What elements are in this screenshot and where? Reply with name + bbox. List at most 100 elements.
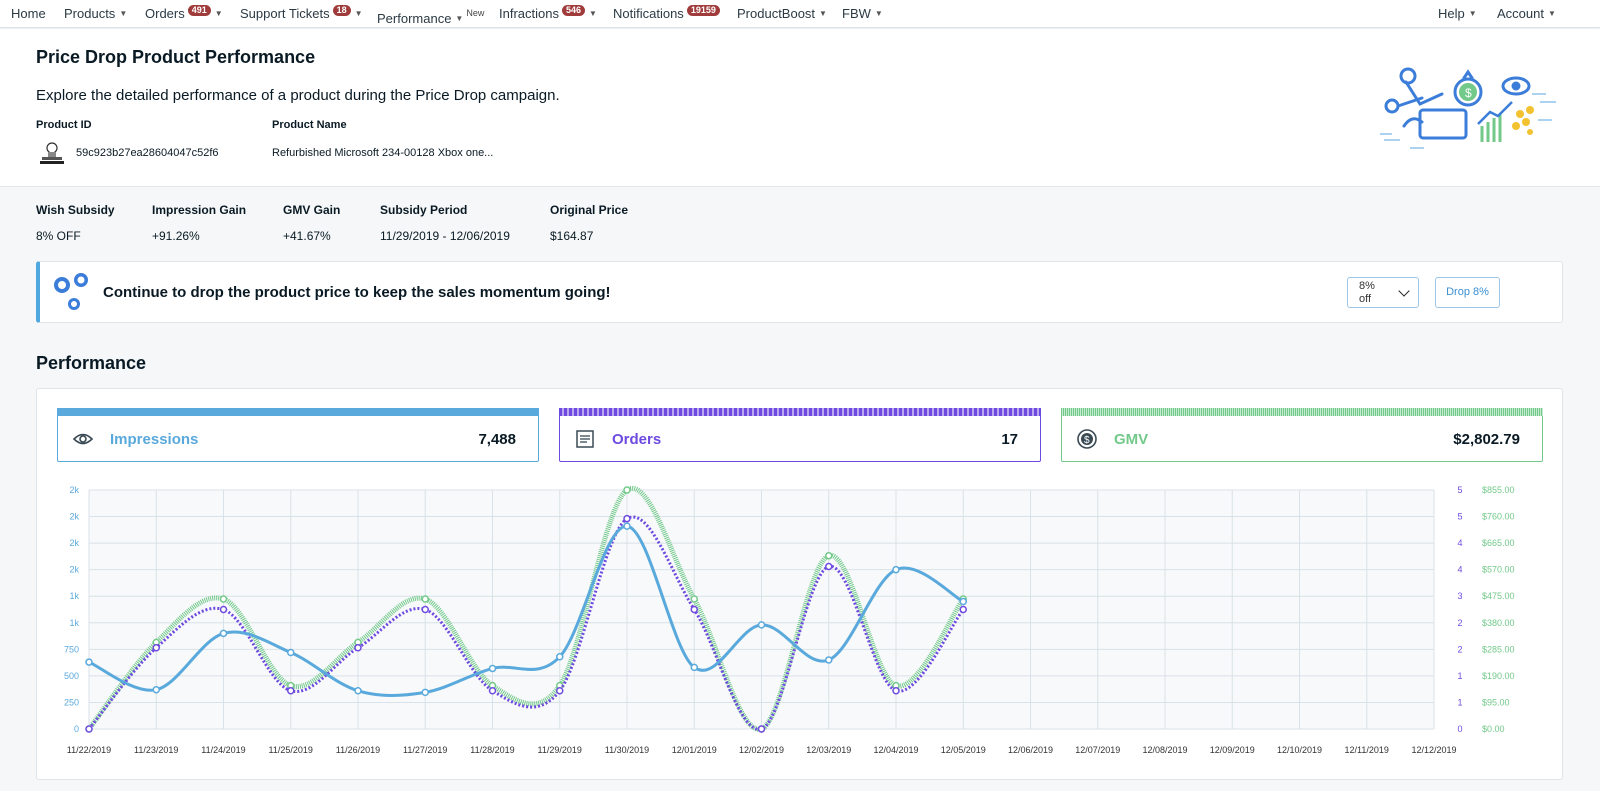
card-value: 17 (1001, 431, 1018, 448)
svg-text:$: $ (1084, 435, 1090, 446)
orders-card[interactable]: Orders 17 (559, 408, 1041, 462)
receipt-icon (576, 430, 594, 448)
y-left-tick-label: 2k (69, 485, 79, 495)
price-drop-illustration-icon: $ (1380, 67, 1556, 149)
chevron-down-icon (1398, 285, 1410, 297)
card-top-bar (1061, 408, 1543, 416)
nav-productboost[interactable]: ProductBoost ▼ (737, 0, 827, 28)
nav-help-label: Help (1438, 6, 1465, 21)
y-right-gmv-tick-label: $855.00 (1482, 485, 1515, 495)
y-right-gmv-tick-label: $95.00 (1482, 697, 1510, 707)
x-tick-label: 12/07/2019 (1075, 745, 1120, 755)
nav-account[interactable]: Account ▼ (1497, 0, 1556, 28)
impressions-data-point (219, 629, 228, 638)
card-value: $2,802.79 (1453, 431, 1520, 448)
y-right-orders-tick-label: 1 (1457, 671, 1462, 681)
eye-icon (72, 433, 94, 445)
x-tick-label: 12/12/2019 (1411, 745, 1456, 755)
orders-data-point (152, 643, 160, 652)
y-right-orders-tick-label: 4 (1457, 565, 1462, 575)
impressions-data-point (757, 621, 766, 629)
gmv-data-point (219, 595, 228, 603)
orders-data-point (219, 605, 228, 614)
nav-support-tickets[interactable]: Support Tickets 18 ▼ (240, 0, 363, 28)
gmv-data-point (421, 595, 429, 603)
impressions-data-point (152, 685, 160, 694)
caret-down-icon: ▼ (119, 9, 128, 18)
y-right-gmv-tick-label: $760.00 (1482, 512, 1515, 522)
caret-down-icon: ▼ (354, 9, 363, 18)
nav-notifications[interactable]: Notifications 19159 (613, 0, 720, 28)
nav-fbw[interactable]: FBW ▼ (842, 0, 883, 28)
nav-infractions-label: Infractions (499, 6, 559, 21)
stat-label: Original Price (550, 203, 629, 217)
y-left-tick-label: 250 (64, 697, 79, 707)
y-right-orders-tick-label: 5 (1457, 485, 1462, 495)
y-left-tick-label: 750 (64, 644, 79, 654)
nav-performance[interactable]: Performance ▼New (377, 0, 484, 28)
orders-data-point (556, 687, 564, 695)
nav-products[interactable]: Products ▼ (64, 0, 127, 28)
x-tick-label: 12/08/2019 (1142, 745, 1187, 755)
y-right-orders-tick-label: 0 (1457, 724, 1462, 734)
orders-badge: 491 (187, 5, 211, 16)
nav-orders[interactable]: Orders 491 ▼ (145, 0, 223, 28)
y-right-gmv-tick-label: $0.00 (1482, 724, 1505, 734)
new-tag: New (466, 8, 485, 18)
gmv-card[interactable]: $ GMV $2,802.79 (1061, 408, 1543, 462)
orders-data-point (488, 687, 497, 695)
product-thumbnail (40, 142, 64, 164)
nav-help[interactable]: Help ▼ (1438, 0, 1477, 28)
caret-down-icon: ▼ (589, 9, 597, 18)
coins-icon (54, 273, 88, 310)
x-tick-label: 11/26/2019 (336, 745, 380, 755)
card-label: GMV (1114, 431, 1149, 448)
stat-value: +91.26% (152, 229, 200, 243)
y-left-tick-label: 1k (69, 618, 79, 628)
x-tick-label: 12/02/2019 (739, 745, 784, 755)
gmv-data-point (623, 486, 631, 494)
infractions-badge: 546 (561, 5, 586, 16)
page-description: Explore the detailed performance of a pr… (36, 87, 560, 104)
x-tick-label: 12/05/2019 (941, 745, 986, 755)
stat-value: 11/29/2019 - 12/06/2019 (380, 229, 510, 243)
orders-data-point (421, 605, 429, 614)
x-tick-label: 11/27/2019 (403, 745, 447, 755)
product-name-label: Product Name (272, 119, 347, 131)
x-tick-label: 12/09/2019 (1210, 745, 1255, 755)
stat-value: $164.87 (550, 229, 594, 243)
stat-label: Impression Gain (152, 203, 247, 217)
y-right-orders-tick-label: 5 (1457, 512, 1462, 522)
impressions-data-point (690, 663, 698, 672)
discount-select[interactable]: 8% off (1347, 277, 1419, 308)
y-left-tick-label: 0 (74, 724, 79, 734)
y-left-tick-label: 2k (69, 565, 79, 575)
impressions-data-point (959, 597, 967, 606)
nav-account-label: Account (1497, 6, 1544, 21)
x-tick-label: 12/01/2019 (672, 745, 717, 755)
card-label: Impressions (110, 431, 199, 448)
nav-infractions[interactable]: Infractions 546 ▼ (499, 0, 597, 28)
drop-price-button[interactable]: Drop 8% (1435, 277, 1500, 308)
impressions-data-point (556, 653, 564, 661)
impressions-data-point (825, 656, 833, 664)
nav-notifications-label: Notifications (613, 6, 684, 21)
nav-products-label: Products (64, 6, 116, 21)
nav-orders-label: Orders (145, 6, 185, 21)
y-left-tick-label: 2k (69, 538, 79, 548)
impressions-data-point (85, 658, 93, 666)
impressions-data-point (623, 522, 631, 530)
banner-message: Continue to drop the product price to ke… (103, 284, 611, 301)
nav-performance-label: Performance (377, 11, 452, 26)
y-right-orders-tick-label: 3 (1457, 591, 1462, 601)
product-name-value[interactable]: Refurbished Microsoft 234-00128 Xbox one… (272, 147, 493, 159)
y-right-orders-tick-label: 2 (1457, 618, 1462, 628)
x-tick-label: 12/03/2019 (806, 745, 851, 755)
impressions-card[interactable]: Impressions 7,488 (57, 408, 539, 462)
y-right-orders-tick-label: 1 (1457, 697, 1462, 707)
product-id-label: Product ID (36, 119, 92, 131)
nav-home-label: Home (11, 6, 46, 21)
orders-data-point (85, 725, 93, 733)
impressions-data-point (287, 648, 295, 657)
nav-home[interactable]: Home (11, 0, 46, 28)
